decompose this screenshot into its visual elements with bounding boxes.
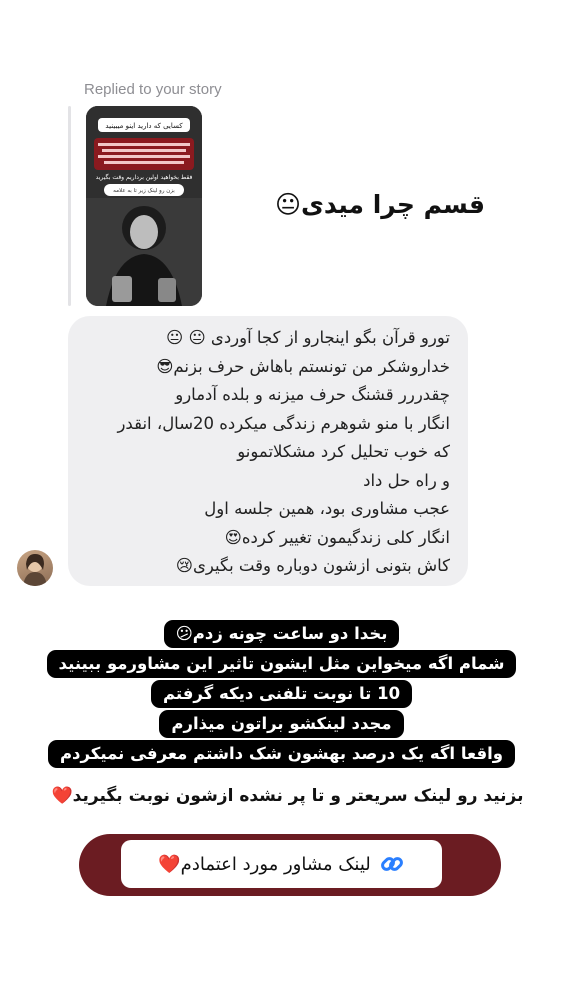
story-preview-cta: فقط بخواهید اولین برداریم وقت بگیرید [96, 173, 193, 181]
message-line: عجب مشاوری بود، همین جلسه اول [204, 499, 450, 518]
caption-line: بخدا دو ساعت چونه زدم😕 [163, 620, 400, 648]
message-text: تورو قرآن بگو اینجارو از کجا آوردی 😐 😐 خ… [80, 324, 450, 581]
message-line: انگار کلی زندگیمون تغییر کرده😍 [224, 527, 450, 547]
message-line: تورو قرآن بگو اینجارو از کجا آوردی 😐 😐 [166, 328, 450, 347]
caption-line: شمام اگه میخواین مثل ایشون تاثیر این مشا… [46, 650, 517, 678]
message-line: که خوب تحلیل کرد مشکلاتمونو [237, 442, 450, 461]
call-to-action-text: بزنید رو لینک سریعتر و تا پر نشده ازشون … [51, 786, 524, 806]
message-line: و راه حل داد [363, 470, 450, 490]
avatar-image [23, 554, 47, 586]
caption-line: 10 تا نوبت تلفنی دیکه گرفتم [150, 680, 413, 708]
sender-avatar[interactable] [17, 550, 53, 586]
message-line: انگار با منو شوهرم زندگی میکرده 20سال، ا… [117, 413, 450, 433]
link-sticker-label: لینک مشاور مورد اعتمادم❤️ [158, 853, 371, 875]
story-reaction-message: قسم چرا میدی😐 [274, 190, 485, 219]
caption-line: واقعا اگه یک درصد بهشون شک داشتم معرفی ن… [47, 740, 516, 768]
message-line: خداروشکر من تونستم باهاش حرف بزنم😎 [156, 356, 450, 376]
caption-line: مجدد لینکشو براتون میذارم [159, 710, 404, 738]
story-preview-thumbnail[interactable]: کسایی که دارید اینو میبینید فقط بخواهید … [86, 106, 202, 306]
link-sticker-button[interactable]: لینک مشاور مورد اعتمادم❤️ [121, 840, 442, 888]
message-line: کاش بتونی ازشون دوباره وقت بگیری😢 [175, 556, 450, 575]
story-preview-link: بزن رو لینک زیر تا به علامه [113, 187, 175, 194]
story-preview-image: کسایی که دارید اینو میبینید فقط بخواهید … [86, 106, 202, 306]
message-line: چقدررر قشنگ حرف میزنه و بلده آدمارو [175, 385, 450, 404]
highlighted-caption: بخدا دو ساعت چونه زدم😕 شمام اگه میخواین … [20, 620, 543, 768]
reply-quote-bar [68, 106, 71, 306]
story-preview-title: کسایی که دارید اینو میبینید [105, 122, 183, 130]
link-icon [379, 851, 405, 877]
replied-to-story-label: Replied to your story [84, 81, 222, 98]
